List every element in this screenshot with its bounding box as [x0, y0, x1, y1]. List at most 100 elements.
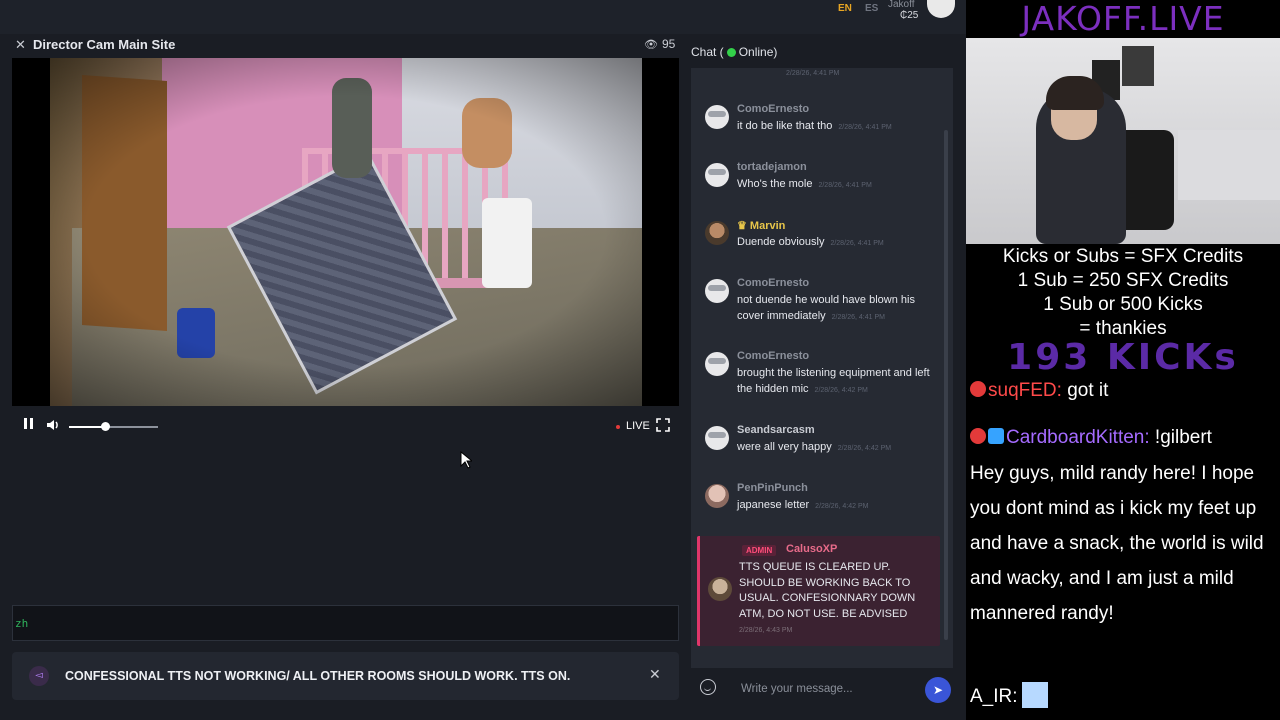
- avatar[interactable]: [705, 426, 729, 450]
- crown-icon: ♛: [737, 220, 750, 232]
- video-letterbox-right: [642, 58, 679, 406]
- pause-button[interactable]: [22, 416, 36, 432]
- emoji-icon[interactable]: [700, 679, 716, 695]
- avatar[interactable]: [705, 163, 729, 187]
- user-name[interactable]: Jakoff: [888, 0, 915, 10]
- online-status-icon: [726, 48, 736, 57]
- message-body: japanese letter 2/28/26, 4:42 PM: [737, 497, 937, 515]
- language-en-button[interactable]: EN: [838, 3, 852, 14]
- volume-slider[interactable]: [69, 422, 158, 431]
- close-icon[interactable]: ✕: [649, 666, 661, 683]
- message-text: Duende obviously: [737, 236, 825, 248]
- webcam-poster: [1122, 46, 1154, 86]
- live-label: LIVE: [626, 420, 650, 432]
- strawberry-badge-icon: [970, 381, 986, 397]
- command-input-hint: zh: [15, 617, 29, 630]
- message-text: it do be like that tho: [737, 120, 833, 132]
- chat-header-label: Chat (: [691, 45, 724, 59]
- message-timestamp: 2/28/26, 4:41 PM: [786, 70, 840, 77]
- video-letterbox-left: [12, 58, 50, 406]
- room-title: Director Cam Main Site: [33, 37, 176, 52]
- overlay-info-line: Kicks or Subs = SFX Credits: [1002, 246, 1244, 267]
- close-icon[interactable]: ✕: [15, 37, 26, 53]
- admin-chat-message: ADMIN CalusoXP TTS QUEUE IS CLEARED UP. …: [697, 536, 940, 646]
- message-timestamp: 2/28/26, 4:41 PM: [830, 240, 884, 247]
- stream-overlay: JAKOFF.LIVE Kicks or Subs = SFX Credits …: [966, 0, 1280, 720]
- viewer-count: 👁 95: [644, 37, 675, 51]
- command-input-bar[interactable]: zh: [12, 605, 679, 641]
- message-username-text: Marvin: [749, 220, 786, 232]
- overlay-chat-line: A_IR:: [970, 682, 1048, 708]
- message-body: Who's the mole 2/28/26, 4:41 PM: [737, 176, 937, 194]
- message-username[interactable]: Seandsarcasm: [737, 424, 815, 436]
- chat-scrollbar[interactable]: [944, 130, 948, 640]
- avatar[interactable]: [705, 279, 729, 303]
- brand-title: JAKOFF.LIVE: [1021, 0, 1225, 38]
- chat-header-status: Online): [738, 45, 778, 59]
- overlay-chat-user: A_IR:: [970, 686, 1018, 707]
- message-timestamp: 2/28/26, 4:41 PM: [818, 182, 872, 189]
- message-body: Duende obviously 2/28/26, 4:41 PM: [737, 234, 937, 252]
- message-body: brought the listening equipment and left…: [737, 365, 937, 399]
- message-timestamp: 2/28/26, 4:42 PM: [814, 387, 868, 394]
- emote-image: [1021, 682, 1048, 708]
- kicks-counter: 193 KICKs: [1007, 337, 1239, 378]
- overlay-info-line: 1 Sub = 250 SFX Credits: [1017, 270, 1229, 291]
- user-credits: ₵25: [900, 10, 919, 21]
- avatar[interactable]: [705, 105, 729, 129]
- webcam-feed: [966, 38, 1280, 244]
- message-username[interactable]: PenPinPunch: [737, 482, 808, 494]
- volume-slider-fill: [69, 426, 105, 428]
- video-player[interactable]: [12, 58, 679, 406]
- message-body: it do be like that tho 2/28/26, 4:41 PM: [737, 118, 937, 136]
- message-timestamp: 2/28/26, 4:41 PM: [831, 314, 885, 321]
- message-username[interactable]: tortadejamon: [737, 161, 807, 173]
- chat-compose: ➤: [691, 674, 953, 704]
- volume-icon[interactable]: [45, 417, 61, 433]
- language-es-button[interactable]: ES: [865, 3, 878, 14]
- webcam-streamer-hair: [1046, 76, 1104, 110]
- overlay-chat-user: CardboardKitten:: [1006, 427, 1150, 448]
- chat-message-list[interactable]: 2/28/26, 4:41 PM ComoErnesto it do be li…: [691, 68, 953, 668]
- message-username[interactable]: CalusoXP: [786, 543, 837, 555]
- message-timestamp: 2/28/26, 4:41 PM: [838, 124, 892, 131]
- overlay-info-line: 1 Sub or 500 Kicks: [1043, 294, 1203, 315]
- mouse-cursor-icon: [460, 451, 472, 469]
- webcam-bed: [1178, 130, 1280, 200]
- strawberry-badge-icon: [970, 428, 986, 444]
- avatar[interactable]: [705, 352, 729, 376]
- chat-header: Chat ( Online): [691, 45, 777, 59]
- message-body: were all very happy 2/28/26, 4:42 PM: [737, 439, 937, 457]
- chat-panel: Chat ( Online) 2/28/26, 4:41 PM ComoErnes…: [688, 34, 966, 720]
- message-username[interactable]: ComoErnesto: [737, 103, 809, 115]
- message-input[interactable]: [729, 674, 919, 704]
- message-timestamp: 2/28/26, 4:42 PM: [815, 503, 869, 510]
- message-text: Who's the mole: [737, 178, 813, 190]
- message-username[interactable]: ♛ Marvin: [737, 219, 785, 232]
- cube-badge-icon: [988, 428, 1004, 444]
- eye-icon: 👁: [644, 39, 658, 51]
- player-controls: LIVE: [12, 414, 679, 438]
- overlay-chat-line: suqFED: got it: [970, 380, 1108, 402]
- video-vignette: [12, 58, 679, 406]
- message-timestamp: 2/28/26, 4:43 PM: [739, 627, 793, 634]
- avatar[interactable]: [705, 484, 729, 508]
- viewer-count-value: 95: [661, 37, 676, 51]
- message-username[interactable]: ComoErnesto: [737, 277, 809, 289]
- volume-slider-handle[interactable]: [100, 422, 110, 431]
- user-avatar[interactable]: [927, 0, 955, 18]
- message-text: not duende he would have blown his cover…: [737, 294, 915, 322]
- tts-message-text: Hey guys, mild randy here! I hope you do…: [970, 463, 1264, 624]
- fullscreen-icon[interactable]: [656, 418, 670, 432]
- admin-badge: ADMIN: [742, 545, 777, 556]
- announcement-text: CONFESSIONAL TTS NOT WORKING/ ALL OTHER …: [65, 669, 571, 683]
- avatar[interactable]: [705, 221, 729, 245]
- message-username[interactable]: ComoErnesto: [737, 350, 809, 362]
- message-text: japanese letter: [737, 499, 810, 511]
- avatar[interactable]: [708, 577, 732, 601]
- overlay-chat-text: got it: [1061, 380, 1109, 401]
- message-text: were all very happy: [737, 441, 832, 453]
- message-text: TTS QUEUE IS CLEARED UP. SHOULD BE WORKI…: [739, 561, 916, 620]
- send-icon[interactable]: ➤: [925, 677, 951, 703]
- message-body: not duende he would have blown his cover…: [737, 292, 937, 326]
